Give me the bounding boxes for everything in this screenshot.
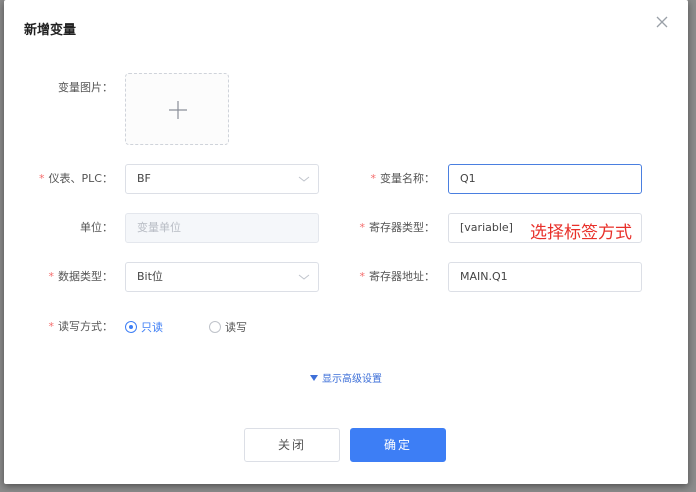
var-name-label: * 变量名称： [371,172,436,186]
unit-input[interactable]: 变量单位 [125,213,319,243]
rw-label: * 读写方式： [49,320,114,334]
required-mark: * [48,270,55,283]
var-name-input[interactable]: Q1 [448,164,642,194]
close-icon[interactable] [654,14,670,30]
dialog-title: 新增变量 [24,23,77,38]
radio-readwrite-label: 读写 [225,321,247,334]
radio-readonly-dot[interactable] [125,321,137,333]
close-button[interactable]: 关闭 [244,428,340,462]
radio-readonly[interactable]: 只读 [125,319,163,335]
var-name-label-text: 变量名称： [380,172,435,185]
register-type-value: [variable] [460,221,513,234]
annotation-text: 选择标签方式 [530,223,632,243]
meter-select[interactable]: BF [125,164,319,194]
rw-label-text: 读写方式： [58,320,113,333]
caret-down-icon [310,374,318,381]
add-variable-dialog: 新增变量 变量图片： * 仪表、PLC： BF * 变量名称： Q1 单位： 变量单… [4,0,688,484]
show-advanced-link[interactable]: 显示高级设置 [310,370,382,385]
data-type-value: Bit位 [137,270,163,283]
radio-readonly-label: 只读 [141,321,163,334]
var-name-value: Q1 [460,172,476,185]
data-type-label-text: 数据类型： [58,270,113,283]
meter-label-text: 仪表、PLC： [48,172,113,185]
show-advanced-text: 显示高级设置 [322,374,382,385]
unit-placeholder: 变量单位 [137,221,181,234]
radio-readwrite-dot[interactable] [209,321,221,333]
required-mark: * [48,320,55,333]
required-mark: * [39,172,45,185]
required-mark: * [370,172,377,185]
chevron-down-icon [298,272,310,282]
data-type-select[interactable]: Bit位 [125,262,319,292]
radio-readwrite[interactable]: 读写 [209,319,247,335]
register-addr-value: MAIN.Q1 [460,270,508,283]
required-mark: * [359,270,366,283]
data-type-label: * 数据类型： [49,270,114,284]
unit-label: 单位： [80,221,113,234]
chevron-down-icon [298,174,310,184]
meter-label: * 仪表、PLC： [39,172,113,186]
register-addr-input[interactable]: MAIN.Q1 [448,262,642,292]
register-addr-label-text: 寄存器地址： [369,270,435,283]
required-mark: * [359,221,366,234]
confirm-button[interactable]: 确定 [350,428,446,462]
register-type-label: * 寄存器类型： [360,221,436,235]
plus-icon [169,101,187,119]
register-type-label-text: 寄存器类型： [369,221,435,234]
image-upload[interactable] [125,73,229,145]
image-label: 变量图片： [58,81,113,94]
register-addr-label: * 寄存器地址： [360,270,436,284]
meter-value: BF [137,172,151,185]
